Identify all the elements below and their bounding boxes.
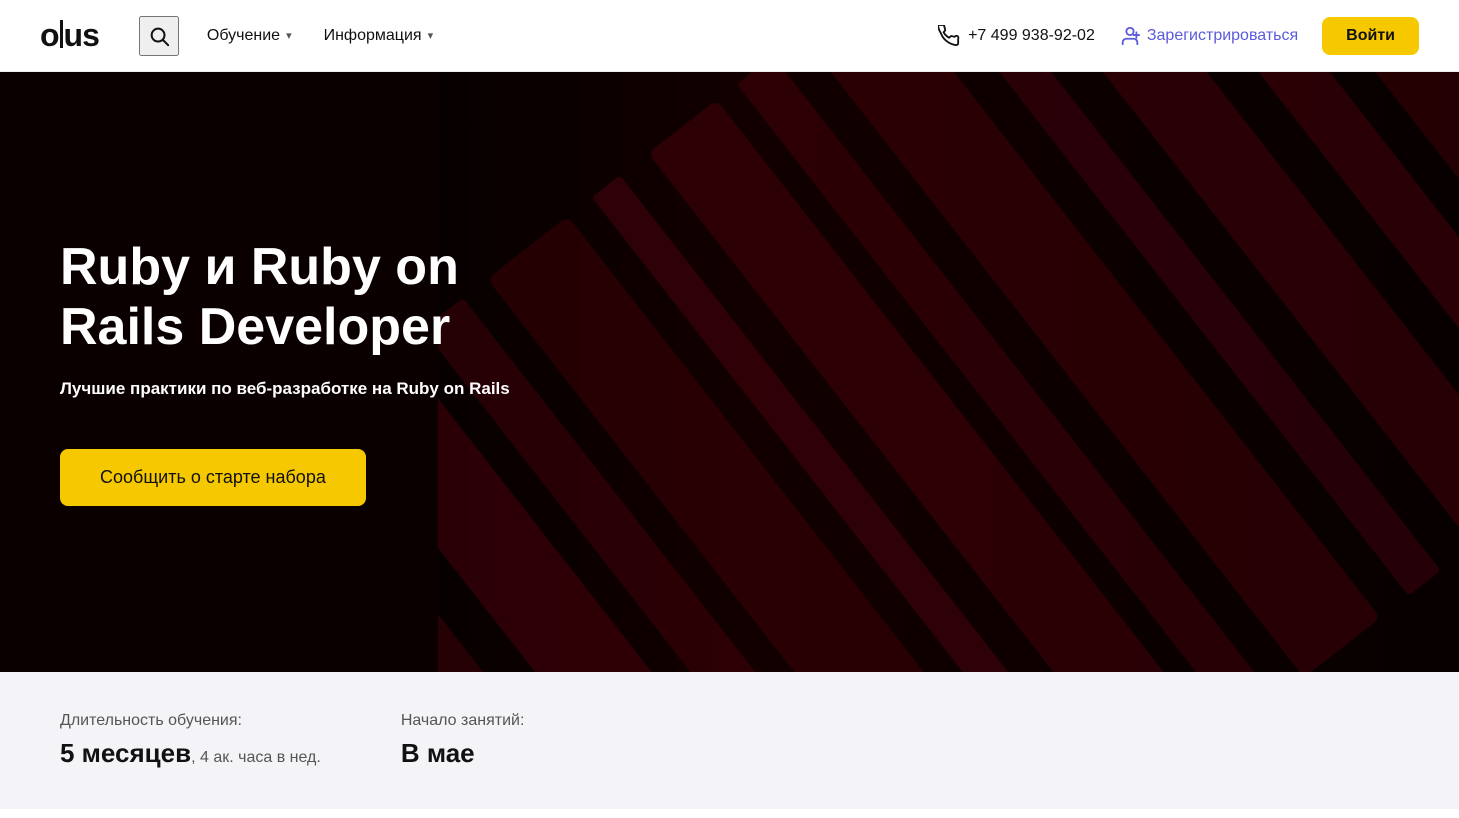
- info-duration-bold: 5 месяцев: [60, 738, 191, 768]
- register-label: Зарегистрироваться: [1147, 27, 1298, 45]
- info-duration-regular: , 4 ак. часа в нед.: [191, 749, 321, 766]
- info-start: Начало занятий: В мае: [401, 712, 525, 769]
- hero-title: Ruby и Ruby on Rails Developer: [60, 238, 590, 358]
- nav-label-learning: Обучение: [207, 27, 280, 45]
- main-nav: Обучение ▾ Информация ▾: [195, 19, 938, 53]
- logo-o: o: [40, 17, 59, 54]
- nav-item-info[interactable]: Информация ▾: [312, 19, 446, 53]
- info-duration-label: Длительность обучения:: [60, 712, 321, 730]
- chevron-down-icon: ▾: [428, 29, 434, 42]
- info-duration-value: 5 месяцев, 4 ак. часа в нед.: [60, 738, 321, 769]
- hero-subtitle: Лучшие практики по веб-разработке на Rub…: [60, 377, 590, 401]
- search-icon: [148, 25, 170, 47]
- login-button[interactable]: Войти: [1322, 17, 1419, 55]
- hero-content: Ruby и Ruby on Rails Developer Лучшие пр…: [0, 238, 650, 506]
- header-right: +7 499 938-92-02 Зарегистрироваться Войт…: [938, 17, 1419, 55]
- phone-number: +7 499 938-92-02: [968, 27, 1095, 45]
- logo[interactable]: o us: [40, 17, 99, 54]
- logo-text: us: [64, 17, 99, 54]
- user-plus-icon: [1119, 25, 1141, 47]
- search-button[interactable]: [139, 16, 179, 56]
- info-duration: Длительность обучения: 5 месяцев, 4 ак. …: [60, 712, 321, 769]
- phone-icon: [938, 25, 960, 47]
- header: o us Обучение ▾ Информация ▾ +7 499 938-…: [0, 0, 1459, 72]
- info-start-value: В мае: [401, 738, 525, 769]
- phone-block: +7 499 938-92-02: [938, 25, 1095, 47]
- nav-item-learning[interactable]: Обучение ▾: [195, 19, 304, 53]
- info-start-bold: В мае: [401, 738, 475, 768]
- hero-cta-button[interactable]: Сообщить о старте набора: [60, 449, 366, 506]
- hero-section: Ruby и Ruby on Rails Developer Лучшие пр…: [0, 72, 1459, 672]
- logo-cursor: [60, 20, 63, 48]
- register-button[interactable]: Зарегистрироваться: [1119, 25, 1298, 47]
- info-start-label: Начало занятий:: [401, 712, 525, 730]
- chevron-down-icon: ▾: [286, 29, 292, 42]
- nav-label-info: Информация: [324, 27, 422, 45]
- info-section: Длительность обучения: 5 месяцев, 4 ак. …: [0, 672, 1459, 809]
